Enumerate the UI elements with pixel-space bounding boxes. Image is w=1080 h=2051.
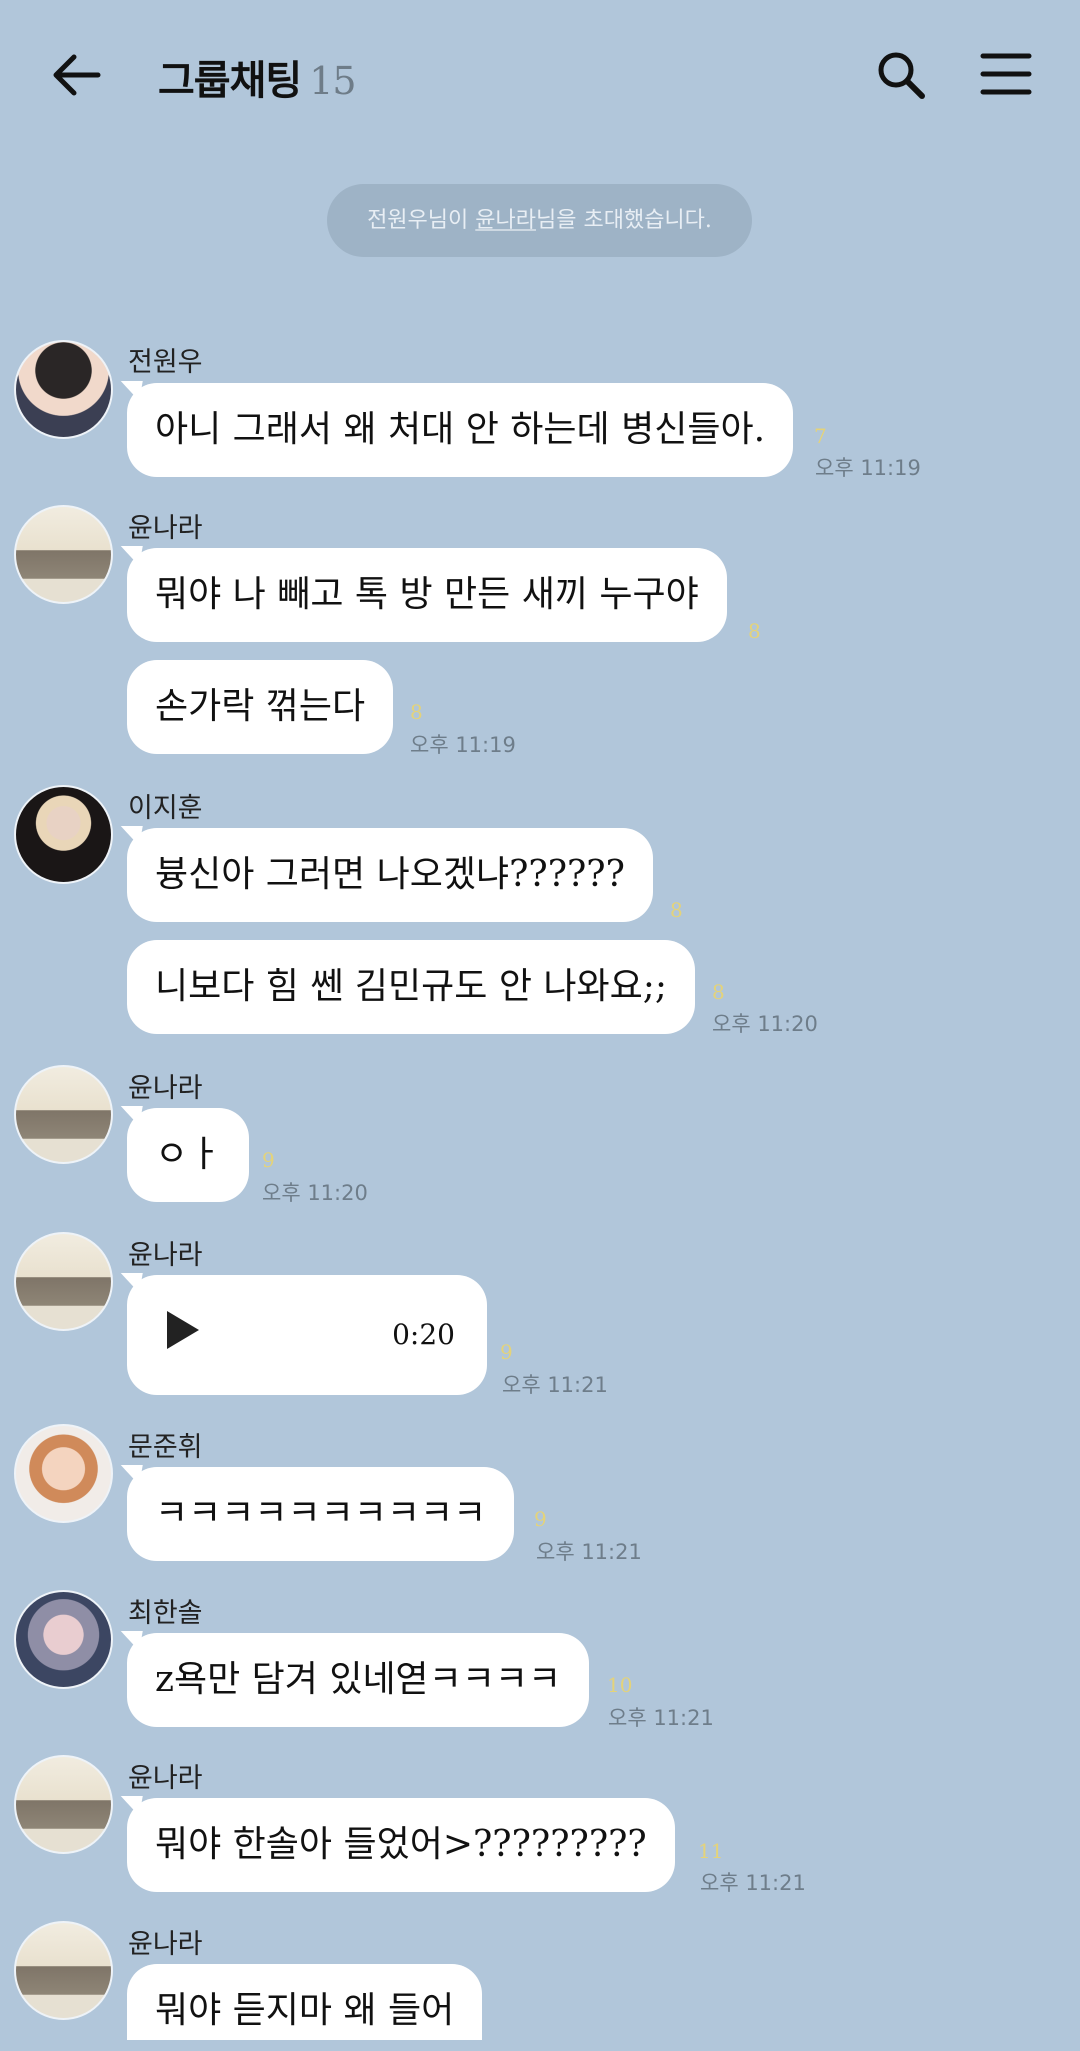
sender-name: 최한솔 — [128, 1598, 203, 1629]
unread-count: 7 — [814, 424, 827, 448]
sender-name: 윤나라 — [128, 1929, 203, 1960]
avatar[interactable] — [14, 1921, 113, 2020]
sender-name: 윤나라 — [128, 1240, 203, 1271]
message-time: 오후 11:19 — [410, 733, 516, 757]
message-bubble[interactable]: 아니 그래서 왜 처대 안 하는데 병신들아. — [127, 383, 794, 477]
chat-header: 그룹채팅 15 — [0, 0, 1080, 150]
avatar[interactable] — [14, 505, 113, 604]
message-bubble[interactable]: 뭐야 나 빼고 톡 방 만든 새끼 누구야 — [127, 548, 727, 642]
system-invite-notice: 전원우님이 윤나라님을 초대했습니다. — [327, 184, 752, 257]
unread-count: 11 — [698, 1839, 724, 1863]
avatar[interactable] — [14, 1232, 113, 1331]
message-bubble[interactable]: ㅋㅋㅋㅋㅋㅋㅋㅋㅋㅋ — [127, 1467, 515, 1561]
avatar[interactable] — [14, 340, 113, 439]
back-arrow-icon[interactable] — [48, 46, 106, 104]
message-time: 오후 11:21 — [536, 1540, 642, 1564]
message-time: 오후 11:21 — [502, 1373, 608, 1397]
message-bubble[interactable]: 븅신아 그러면 나오겠냐?????? — [127, 828, 653, 922]
message-time: 오후 11:21 — [608, 1706, 714, 1730]
unread-count: 8 — [670, 898, 683, 922]
unread-count: 9 — [500, 1340, 513, 1364]
sender-name: 이지훈 — [128, 793, 203, 824]
message-bubble[interactable]: 손가락 꺾는다 — [127, 660, 394, 754]
message-bubble[interactable]: ㅇㅏ — [127, 1108, 250, 1202]
message-time: 오후 11:21 — [700, 1871, 806, 1895]
message-bubble[interactable]: 니보다 힘 쎈 김민규도 안 나와요;; — [127, 940, 696, 1034]
avatar[interactable] — [14, 785, 113, 884]
sender-name: 전원우 — [128, 347, 203, 378]
sender-name: 문준휘 — [128, 1432, 203, 1463]
sender-name: 윤나라 — [128, 513, 203, 544]
message-bubble[interactable]: z욕만 담겨 있네엳ㅋㅋㅋㅋ — [127, 1633, 590, 1727]
voice-message-bubble[interactable]: 0:20 — [127, 1275, 487, 1395]
message-time: 오후 11:19 — [815, 456, 921, 480]
unread-count: 8 — [712, 980, 725, 1004]
avatar[interactable] — [14, 1590, 113, 1689]
member-count: 15 — [309, 59, 356, 103]
voice-duration: 0:20 — [392, 1318, 455, 1351]
sender-name: 윤나라 — [128, 1073, 203, 1104]
sender-name: 윤나라 — [128, 1763, 203, 1794]
unread-count: 10 — [607, 1673, 633, 1697]
message-time: 오후 11:20 — [262, 1181, 368, 1205]
avatar[interactable] — [14, 1755, 113, 1854]
play-icon[interactable] — [167, 1311, 199, 1349]
hamburger-menu-icon[interactable] — [980, 48, 1032, 100]
search-icon[interactable] — [872, 46, 930, 104]
message-time: 오후 11:20 — [712, 1012, 818, 1036]
avatar[interactable] — [14, 1424, 113, 1523]
message-bubble[interactable]: 뭐야 한솔아 들었어>????????? — [127, 1798, 675, 1892]
message-bubble[interactable]: 뭐야 듣지마 왜 들어 — [127, 1964, 483, 2040]
avatar[interactable] — [14, 1065, 113, 1164]
unread-count: 9 — [534, 1507, 547, 1531]
unread-count: 8 — [410, 700, 423, 724]
unread-count: 9 — [262, 1148, 275, 1172]
unread-count: 8 — [748, 619, 761, 643]
chat-title: 그룹채팅 15 — [158, 58, 357, 104]
